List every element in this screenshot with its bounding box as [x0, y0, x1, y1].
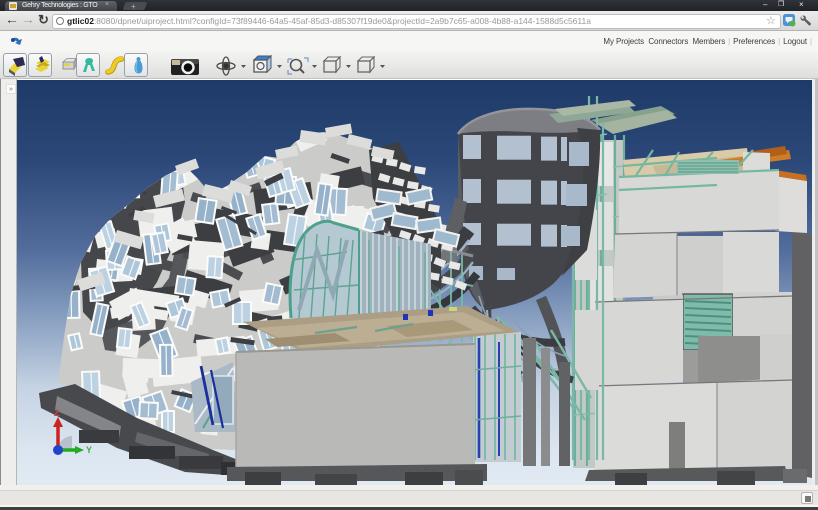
svg-text:Z: Z — [54, 408, 60, 418]
svg-text:Y: Y — [86, 445, 92, 455]
